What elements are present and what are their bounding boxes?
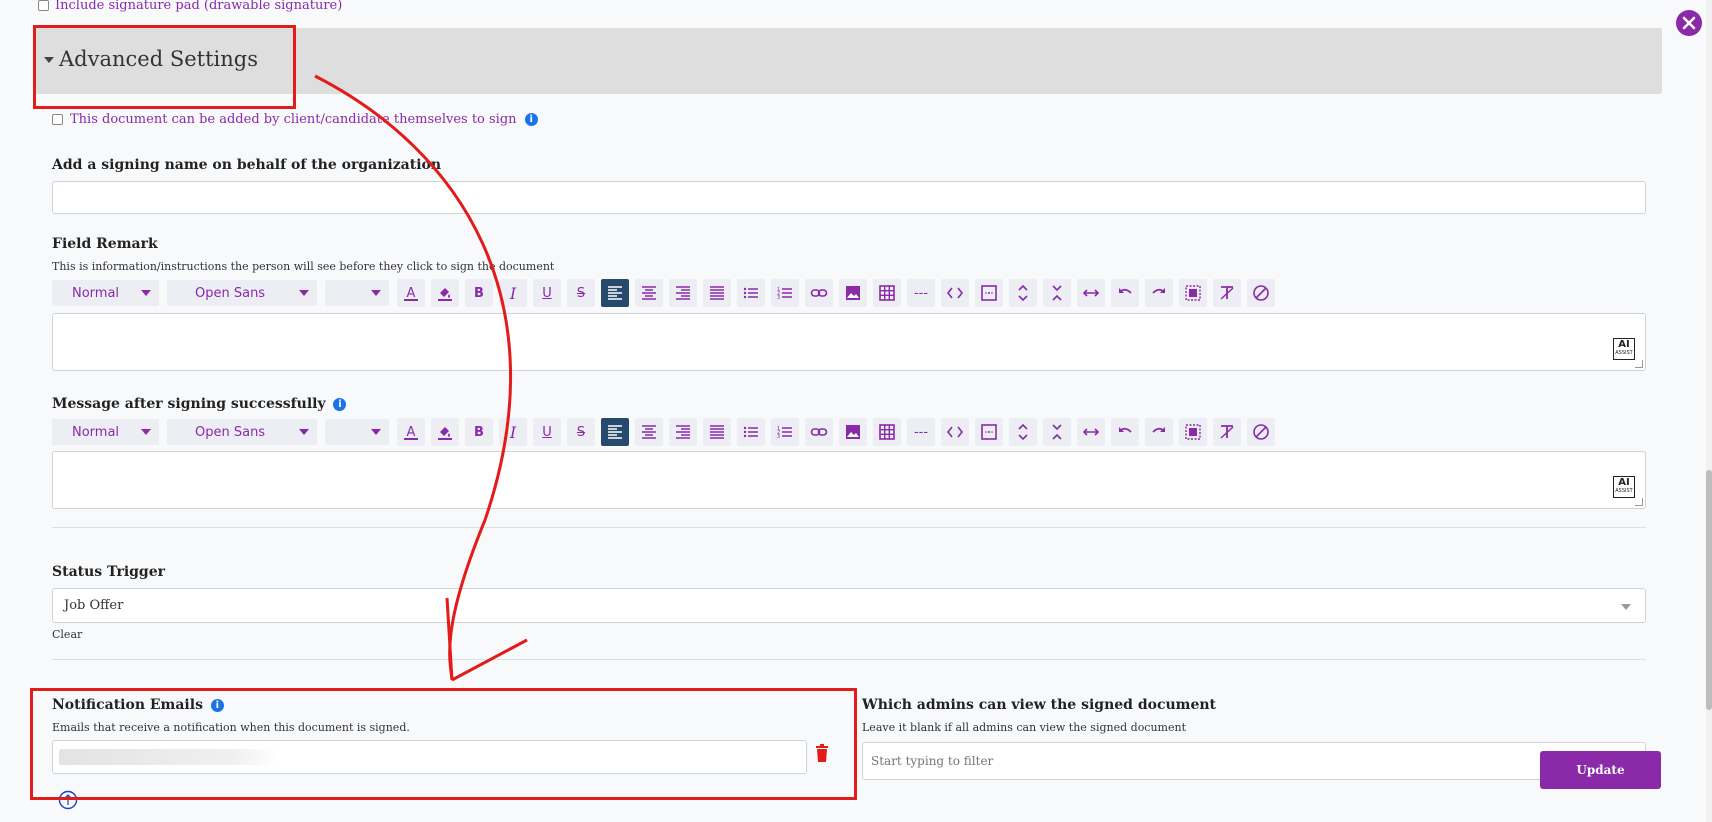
- annotation-arrow: [314, 74, 528, 682]
